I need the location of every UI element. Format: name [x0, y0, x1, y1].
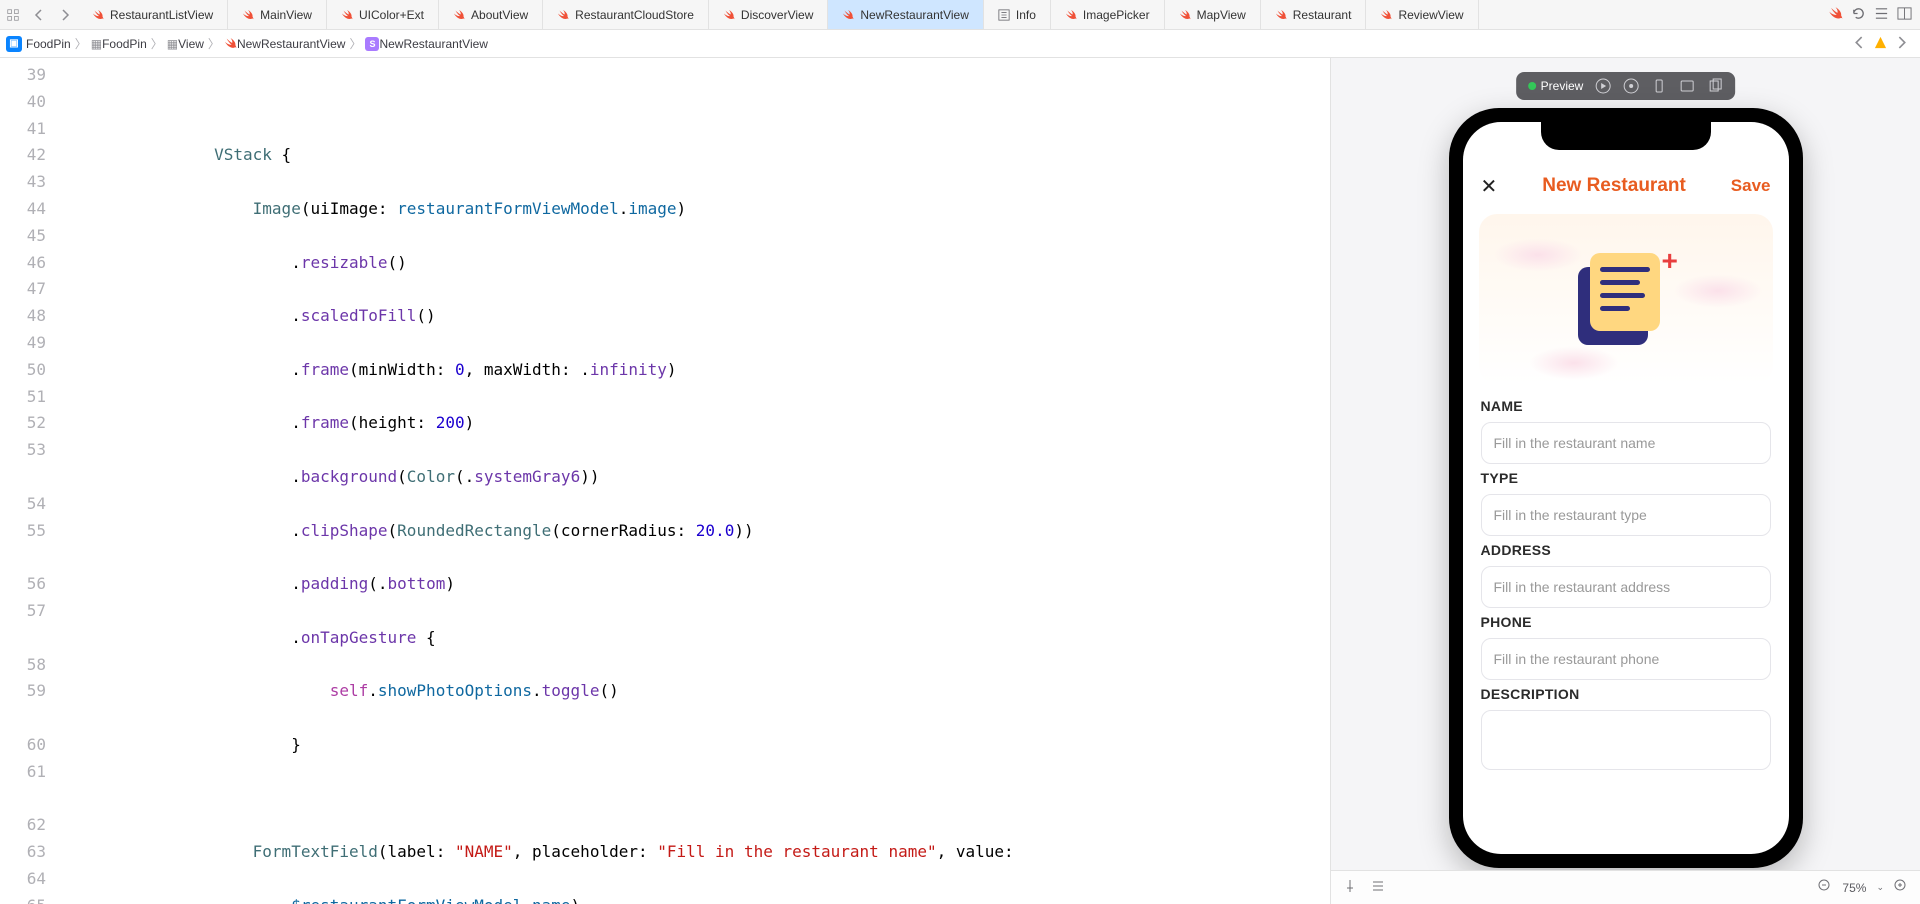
tab-uicolor+ext[interactable]: UIColor+Ext — [327, 0, 439, 29]
phone-screen: ✕ New Restaurant Save + NAME Fill in the … — [1463, 122, 1789, 854]
form-field-address: ADDRESS Fill in the restaurant address — [1463, 542, 1789, 608]
form-field-phone: PHONE Fill in the restaurant phone — [1463, 614, 1789, 680]
canvas-bottom-bar: 75% ⌄ — [1331, 870, 1920, 904]
crumb-folder[interactable]: View — [178, 37, 204, 51]
field-input[interactable] — [1481, 710, 1771, 770]
jump-back-icon[interactable] — [1853, 36, 1866, 52]
project-icon[interactable]: ▣ — [6, 36, 22, 52]
field-input[interactable]: Fill in the restaurant type — [1481, 494, 1771, 536]
note-illustration-icon: + — [1586, 255, 1666, 343]
zoom-chevron-icon[interactable]: ⌄ — [1876, 882, 1884, 893]
tab-aboutview[interactable]: AboutView — [439, 0, 543, 29]
field-input[interactable]: Fill in the restaurant address — [1481, 566, 1771, 608]
save-button[interactable]: Save — [1731, 176, 1771, 196]
inspect-icon[interactable] — [1623, 78, 1639, 94]
warning-icon[interactable] — [1874, 36, 1887, 52]
form-field-type: TYPE Fill in the restaurant type — [1463, 470, 1789, 536]
list-mode-icon[interactable] — [1371, 879, 1385, 896]
jump-forward-icon[interactable] — [1895, 36, 1908, 52]
crumb-file[interactable]: NewRestaurantView — [237, 37, 346, 51]
field-label: DESCRIPTION — [1481, 686, 1771, 702]
zoom-level[interactable]: 75% — [1842, 881, 1866, 895]
reload-icon[interactable] — [1851, 6, 1866, 24]
tab-bar: RestaurantListViewMainViewUIColor+ExtAbo… — [0, 0, 1920, 30]
canvas-toolbar: Preview — [1516, 72, 1736, 100]
tab-mainview[interactable]: MainView — [228, 0, 327, 29]
phone-notch — [1541, 122, 1711, 150]
field-input[interactable]: Fill in the restaurant name — [1481, 422, 1771, 464]
crumb-project[interactable]: FoodPin — [26, 37, 71, 51]
field-label: ADDRESS — [1481, 542, 1771, 558]
tab-restaurant[interactable]: Restaurant — [1261, 0, 1367, 29]
tab-imagepicker[interactable]: ImagePicker — [1051, 0, 1165, 29]
tab-tools — [1820, 6, 1920, 24]
variants-icon[interactable] — [1679, 78, 1695, 94]
nav-bar: ✕ New Restaurant Save — [1463, 166, 1789, 206]
duplicate-icon[interactable] — [1707, 78, 1723, 94]
play-icon[interactable] — [1595, 78, 1611, 94]
canvas-pane: Preview ✕ New Restaurant Save — [1330, 58, 1920, 904]
field-input[interactable]: Fill in the restaurant phone — [1481, 638, 1771, 680]
tab-info[interactable]: Info — [984, 0, 1051, 29]
device-icon[interactable] — [1651, 78, 1667, 94]
image-placeholder[interactable]: + — [1479, 214, 1773, 384]
phone-frame: ✕ New Restaurant Save + NAME Fill in the … — [1449, 108, 1803, 868]
form-field-description: DESCRIPTION — [1463, 686, 1789, 770]
close-icon[interactable]: ✕ — [1481, 174, 1498, 199]
add-editor-icon[interactable] — [1897, 6, 1912, 24]
field-label: NAME — [1481, 398, 1771, 414]
tab-newrestaurantview[interactable]: NewRestaurantView — [828, 0, 984, 29]
crumb-group[interactable]: FoodPin — [102, 37, 147, 51]
preview-status[interactable]: Preview — [1528, 79, 1584, 93]
crumb-symbol[interactable]: NewRestaurantView — [379, 37, 488, 51]
tab-reviewview[interactable]: ReviewView — [1366, 0, 1478, 29]
live-dot-icon — [1528, 82, 1536, 90]
workspace: 3940414243444546474849505152535455565758… — [0, 58, 1920, 904]
code-area[interactable]: VStack { Image(uiImage: restaurantFormVi… — [60, 58, 1330, 904]
form-field-name: NAME Fill in the restaurant name — [1463, 398, 1789, 464]
code-editor[interactable]: 3940414243444546474849505152535455565758… — [0, 58, 1330, 904]
adjust-editor-icon[interactable] — [1874, 6, 1889, 24]
field-label: PHONE — [1481, 614, 1771, 630]
tab-discoverview[interactable]: DiscoverView — [709, 0, 828, 29]
tab-mapview[interactable]: MapView — [1165, 0, 1261, 29]
pin-icon[interactable] — [1343, 879, 1357, 896]
nav-title: New Restaurant — [1542, 175, 1686, 197]
nav-forward-icon[interactable] — [52, 0, 78, 30]
related-items-icon[interactable] — [0, 0, 26, 30]
zoom-out-icon[interactable] — [1818, 879, 1832, 896]
zoom-in-icon[interactable] — [1894, 879, 1908, 896]
field-label: TYPE — [1481, 470, 1771, 486]
folder-icon: ▦ — [91, 37, 102, 51]
swift-overflow-icon[interactable] — [1828, 6, 1843, 24]
tab-restaurantcloudstore[interactable]: RestaurantCloudStore — [543, 0, 709, 29]
nav-back-icon[interactable] — [26, 0, 52, 30]
struct-badge-icon: S — [365, 37, 379, 51]
tab-restaurantlistview[interactable]: RestaurantListView — [78, 0, 228, 29]
jump-bar: ▣ FoodPin 〉 ▦ FoodPin 〉 ▦ View 〉 NewRest… — [0, 30, 1920, 58]
line-gutter: 3940414243444546474849505152535455565758… — [0, 58, 60, 904]
folder-icon: ▦ — [167, 37, 178, 51]
